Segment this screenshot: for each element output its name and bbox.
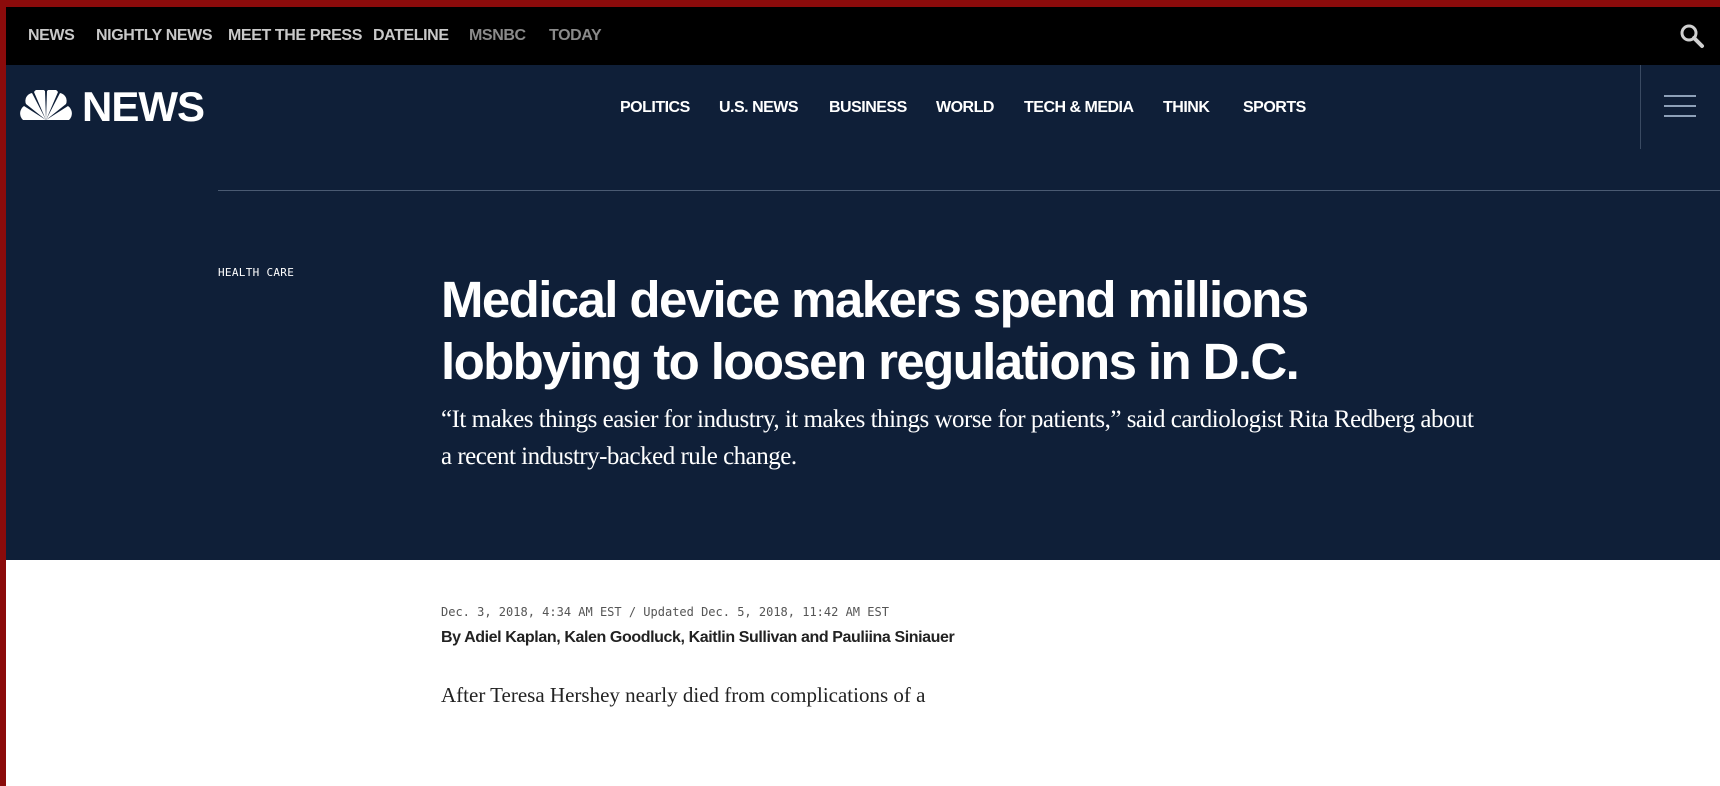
nav-item-business[interactable]: BUSINESS xyxy=(829,65,907,149)
hero-divider xyxy=(218,190,1720,191)
network-bar: NEWS NIGHTLY NEWS MEET THE PRESS DATELIN… xyxy=(6,7,1720,65)
hamburger-menu-icon[interactable] xyxy=(1664,93,1696,119)
nav-item-us-news[interactable]: U.S. NEWS xyxy=(719,65,799,149)
network-link-dateline[interactable]: DATELINE xyxy=(373,7,449,65)
nav-item-world[interactable]: WORLD xyxy=(936,65,994,149)
byline-separator: and xyxy=(796,629,833,646)
byline-separator: , xyxy=(680,629,689,646)
author-link[interactable]: Kalen Goodluck xyxy=(564,629,681,646)
author-link[interactable]: Adiel Kaplan xyxy=(464,629,557,646)
peacock-icon xyxy=(20,90,72,120)
nav-item-politics[interactable]: POLITICS xyxy=(620,65,690,149)
nav-item-sports[interactable]: SPORTS xyxy=(1243,65,1306,149)
article-body-paragraph: After Teresa Hershey nearly died from co… xyxy=(441,683,926,707)
author-link[interactable]: Pauliina Siniauer xyxy=(832,629,955,646)
article-dek: “It makes things easier for industry, it… xyxy=(441,406,1474,470)
nbc-news-logo[interactable]: NEWS xyxy=(18,83,205,130)
byline-prefix: By xyxy=(441,629,465,646)
network-link-news[interactable]: NEWS xyxy=(28,7,75,65)
article-byline: By Adiel Kaplan, Kalen Goodluck, Kaitlin… xyxy=(441,629,955,647)
network-link-today[interactable]: TODAY xyxy=(549,7,602,65)
browser-viewport: NEWS NIGHTLY NEWS MEET THE PRESS DATELIN… xyxy=(6,7,1720,786)
section-label[interactable]: HEALTH CARE xyxy=(218,266,294,279)
article-hero: HEALTH CARE Medical device makers spend … xyxy=(6,149,1720,560)
network-link-nightly-news[interactable]: NIGHTLY NEWS xyxy=(96,7,213,65)
article-headline: Medical device makers spend millions lob… xyxy=(441,271,1309,390)
author-link[interactable]: Kaitlin Sullivan xyxy=(689,629,798,646)
nav-item-think[interactable]: THINK xyxy=(1163,65,1210,149)
nav-item-tech-media[interactable]: TECH & MEDIA xyxy=(1024,65,1134,149)
search-icon[interactable] xyxy=(1678,22,1706,50)
nav-divider xyxy=(1640,65,1641,149)
network-link-msnbc[interactable]: MSNBC xyxy=(469,7,526,65)
logo-wordmark: NEWS xyxy=(82,83,205,130)
main-nav: NEWS POLITICS U.S. NEWS BUSINESS WORLD T… xyxy=(6,65,1720,149)
network-link-meet-the-press[interactable]: MEET THE PRESS xyxy=(228,7,362,65)
article-timestamp: Dec. 3, 2018, 4:34 AM EST / Updated Dec.… xyxy=(441,605,889,619)
